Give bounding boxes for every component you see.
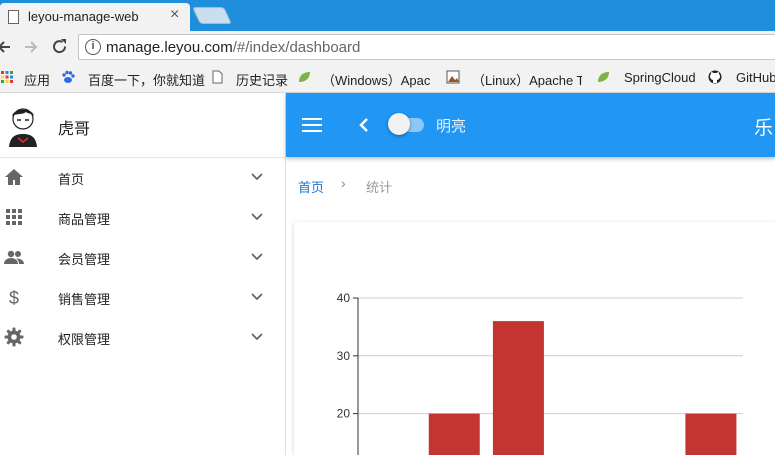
- breadcrumb: 首页 › 统计: [286, 157, 775, 215]
- bar-chart: 20 30 40: [337, 291, 743, 455]
- dollar-icon: $: [9, 288, 19, 307]
- user-profile: 虎哥: [0, 93, 286, 158]
- sidebar-item-label: 销售管理: [58, 292, 111, 307]
- url-host: manage.leyou.com: [106, 39, 233, 56]
- app-toolbar: 明亮 乐: [286, 93, 775, 157]
- avatar[interactable]: [5, 105, 41, 147]
- chevron-down-icon: [251, 253, 263, 261]
- baidu-paw-icon: [62, 70, 75, 83]
- breadcrumb-current: 统计: [366, 180, 393, 195]
- bookmark-github[interactable]: GitHub: [736, 70, 775, 85]
- reload-icon[interactable]: [51, 38, 68, 55]
- bookmark-baidu[interactable]: 百度一下，你就知道: [88, 70, 205, 89]
- y-tick-label: 40: [337, 291, 351, 305]
- sidebar-item-sales[interactable]: $ 销售管理: [0, 278, 286, 318]
- sidebar-item-label: 权限管理: [58, 332, 111, 347]
- image-icon: [446, 70, 460, 84]
- github-icon: [708, 70, 722, 84]
- bar: [685, 413, 737, 455]
- app-title: 乐: [754, 118, 774, 139]
- chevron-down-icon: [251, 173, 263, 181]
- address-bar: i manage.leyou.com/#/index/dashboard: [0, 31, 775, 64]
- url-text: manage.leyou.com/#/index/dashboard: [106, 39, 360, 56]
- sidebar-item-members[interactable]: 会员管理: [0, 238, 286, 278]
- sidebar-item-home[interactable]: 首页: [0, 158, 286, 198]
- chevron-down-icon: [251, 213, 263, 221]
- bookmark-linux-apache[interactable]: （Linux）Apache T: [472, 70, 582, 89]
- chevron-down-icon: [251, 293, 263, 301]
- chevron-left-icon[interactable]: [356, 116, 374, 134]
- sidebar: 虎哥 首页 商品管理 会员管理 $ 销售管理 权限管理: [0, 93, 286, 455]
- forward-arrow-icon[interactable]: [23, 39, 39, 55]
- breadcrumb-separator: ›: [341, 175, 346, 191]
- bar: [428, 413, 480, 455]
- back-arrow-icon[interactable]: [0, 39, 12, 55]
- people-icon: [4, 250, 24, 264]
- chevron-down-icon: [251, 333, 263, 341]
- home-icon: [5, 169, 23, 185]
- bookmark-springcloud[interactable]: SpringCloud: [624, 70, 696, 85]
- browser-tabstrip: leyou-manage-web ×: [0, 0, 775, 31]
- sidebar-item-label: 会员管理: [58, 252, 111, 267]
- page-icon: [212, 70, 223, 84]
- sidebar-item-label: 首页: [58, 172, 85, 187]
- y-tick-label: 30: [337, 349, 351, 363]
- svg-text:$: $: [9, 288, 19, 307]
- theme-switch-thumb[interactable]: [388, 113, 410, 135]
- tab-title: leyou-manage-web: [28, 9, 139, 24]
- spring-leaf-icon: [299, 72, 310, 82]
- sidebar-item-permissions[interactable]: 权限管理: [0, 318, 286, 358]
- url-input[interactable]: i manage.leyou.com/#/index/dashboard: [78, 34, 775, 60]
- spring-leaf-icon: [598, 72, 609, 82]
- sidebar-item-products[interactable]: 商品管理: [0, 198, 286, 238]
- apps-grid-icon: [1, 71, 13, 83]
- page-icon: [8, 10, 19, 24]
- info-icon[interactable]: i: [85, 39, 101, 55]
- theme-switch-label: 明亮: [436, 118, 467, 135]
- breadcrumb-home[interactable]: 首页: [298, 177, 324, 196]
- sidebar-item-label: 商品管理: [58, 212, 111, 227]
- bookmark-apps[interactable]: 应用: [24, 70, 50, 89]
- bookmark-history[interactable]: 历史记录: [236, 70, 288, 89]
- bar: [492, 321, 544, 455]
- browser-tab[interactable]: leyou-manage-web ×: [0, 3, 190, 31]
- new-tab-button[interactable]: [192, 7, 232, 24]
- user-name: 虎哥: [58, 121, 91, 138]
- close-tab-icon[interactable]: ×: [170, 6, 179, 24]
- gear-icon: [4, 327, 24, 347]
- y-tick-label: 20: [337, 407, 351, 421]
- bookmark-windows-apache[interactable]: （Windows）Apac: [322, 70, 432, 89]
- menu-icon[interactable]: [302, 117, 322, 133]
- apps-icon: [6, 209, 22, 225]
- url-path: /#/index/dashboard: [232, 39, 361, 56]
- bookmarks-bar: 应用 百度一下，你就知道 历史记录 （Windows）Apac （Linux）A…: [0, 64, 775, 93]
